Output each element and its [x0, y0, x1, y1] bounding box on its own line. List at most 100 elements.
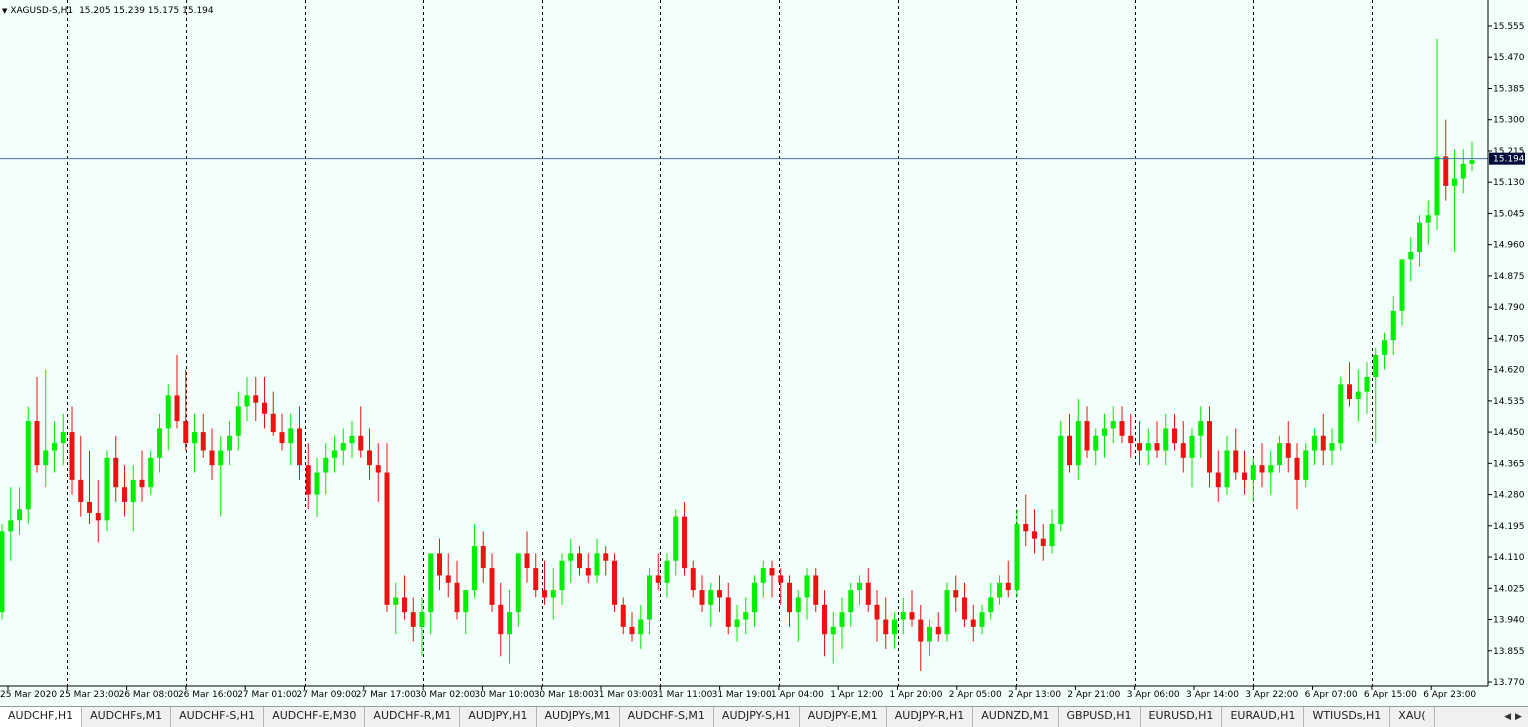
candle: [332, 435, 337, 473]
chart-tab[interactable]: XAU(: [1390, 707, 1435, 727]
candle: [1040, 523, 1046, 561]
candle: [262, 376, 267, 429]
chevron-left-icon[interactable]: ◀: [1504, 712, 1511, 722]
price-tick-label: 14.025: [1493, 584, 1525, 594]
candle: [157, 413, 162, 473]
candle-body: [288, 428, 294, 444]
candle: [1005, 560, 1011, 598]
candle-body: [612, 560, 617, 605]
candle: [734, 604, 740, 642]
price-chart[interactable]: 15.55515.47015.38515.30015.21515.13015.0…: [0, 0, 1528, 706]
candle: [1180, 421, 1186, 473]
candle: [1390, 296, 1396, 355]
time-tick-label: 1 Apr 04:00: [771, 690, 824, 700]
candle: [865, 568, 871, 613]
candle: [1364, 362, 1370, 414]
candle-body: [60, 432, 66, 444]
candle-body: [699, 590, 705, 605]
price-tick-label: 14.280: [1493, 491, 1525, 501]
candle-body: [87, 501, 92, 513]
candle-body: [437, 553, 442, 576]
candle: [970, 604, 976, 642]
candle: [1207, 406, 1212, 488]
time-tick-label: 2 Apr 05:00: [949, 690, 1002, 700]
candle: [183, 369, 189, 451]
chart-tab[interactable]: AUDCHF-E,M30: [264, 707, 366, 727]
candle: [1399, 259, 1405, 326]
candle-body: [174, 395, 180, 422]
candle: [1163, 413, 1169, 466]
chart-tab[interactable]: AUDJPY-E,M1: [799, 707, 887, 727]
chart-tab[interactable]: AUDJPYs,M1: [536, 707, 620, 727]
candle: [927, 619, 932, 657]
candle: [122, 465, 127, 517]
chart-tab[interactable]: AUDCHFs,M1: [82, 707, 172, 727]
chart-area[interactable]: 15.555 15.470 15.385 15.300 15.215 15.130 15.0…: [0, 0, 1528, 706]
chart-tab[interactable]: AUDJPY,H1: [460, 707, 537, 727]
candle: [594, 538, 600, 583]
candle-body: [664, 560, 670, 583]
candle-body: [1040, 538, 1046, 547]
candle: [1329, 428, 1335, 466]
candle-body: [454, 582, 460, 613]
candle: [1189, 428, 1195, 488]
candle: [305, 443, 311, 510]
chart-tab[interactable]: GBPUSD,H1: [1058, 707, 1141, 727]
chart-tab[interactable]: AUDJPY-R,H1: [886, 707, 974, 727]
candle-body: [410, 612, 416, 627]
time-tick-label: 27 Mar 01:00: [237, 690, 297, 700]
candle: [515, 553, 521, 627]
candle: [244, 376, 250, 422]
price-tick-label: 14.960: [1493, 241, 1525, 251]
chart-tab[interactable]: EURUSD,H1: [1140, 707, 1223, 727]
candle: [1137, 421, 1142, 466]
candle-body: [1128, 435, 1134, 444]
candle-body: [1390, 310, 1396, 341]
candle: [1215, 450, 1221, 502]
chevron-right-icon[interactable]: ▶: [1515, 712, 1522, 722]
candle-body: [1312, 435, 1317, 451]
chart-tab[interactable]: AUDNZD,M1: [973, 707, 1059, 727]
candle-body: [822, 604, 827, 635]
candle-body: [655, 575, 661, 583]
candle-body: [682, 516, 687, 569]
candle: [498, 582, 504, 657]
chart-tab[interactable]: AUDJPY-S,H1: [713, 707, 800, 727]
candle-body: [743, 612, 749, 620]
candle: [804, 568, 810, 620]
time-tick-label: 1 Apr 12:00: [830, 690, 883, 700]
candle-body: [95, 512, 101, 521]
candle-body: [542, 590, 547, 598]
candle: [507, 590, 512, 664]
candle: [1277, 435, 1282, 473]
candle-body: [384, 472, 390, 605]
candle: [314, 457, 320, 517]
chart-tab[interactable]: AUDCHF,H1: [0, 707, 83, 727]
candle: [760, 560, 766, 598]
price-tick-label: 15.130: [1493, 178, 1525, 188]
candle-body: [1355, 391, 1361, 400]
candle-body: [1469, 160, 1475, 164]
chart-tab[interactable]: EURAUD,H1: [1222, 707, 1305, 727]
time-tick-label: 27 Mar 17:00: [356, 690, 416, 700]
time-tick-label: 2 Apr 21:00: [1067, 690, 1120, 700]
candle: [235, 391, 241, 451]
candle-body: [1417, 222, 1422, 253]
candle-body: [752, 582, 757, 613]
candle: [620, 597, 626, 635]
chart-tab[interactable]: AUDCHF-S,H1: [171, 707, 265, 727]
candle-body: [585, 568, 591, 576]
candle: [1049, 509, 1055, 554]
candle: [1198, 406, 1204, 458]
chart-tab[interactable]: AUDCHF-S,M1: [619, 707, 714, 727]
chart-tab[interactable]: AUDCHF-R,M1: [365, 707, 461, 727]
time-tick-label: 3 Apr 06:00: [1127, 690, 1180, 700]
candle-body: [498, 604, 504, 635]
candle-body: [472, 546, 477, 591]
chart-tab[interactable]: WTIUSDs,H1: [1304, 707, 1391, 727]
candle: [673, 509, 679, 576]
candle-body: [1110, 421, 1116, 429]
candle-body: [52, 443, 57, 451]
time-tick-label: 6 Apr 23:00: [1423, 690, 1476, 700]
candle-body: [568, 553, 574, 561]
